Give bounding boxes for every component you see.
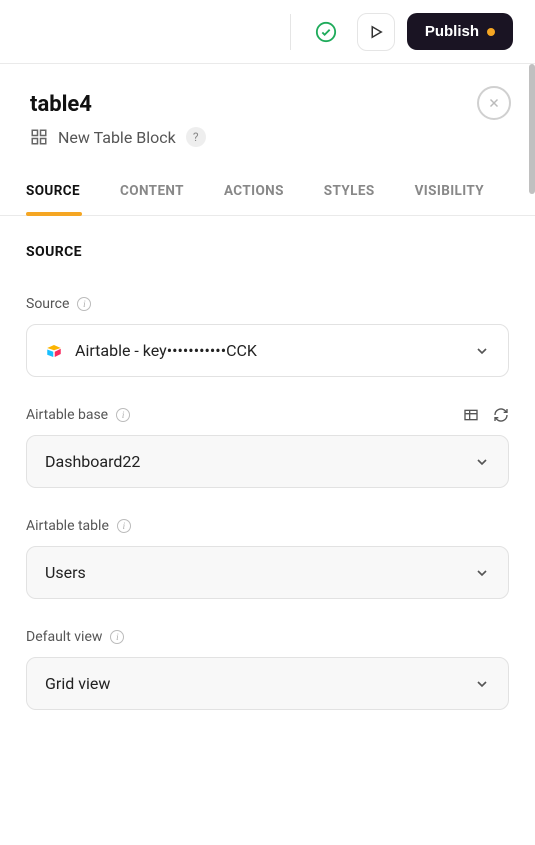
default-view-label: Default view [26, 629, 102, 645]
default-view-select[interactable]: Grid view [26, 657, 509, 710]
airtable-table-value: Users [45, 563, 86, 582]
airtable-base-label: Airtable base [26, 407, 108, 423]
tab-visibility[interactable]: VISIBILITY [415, 183, 484, 215]
help-button[interactable]: ? [186, 127, 206, 147]
info-icon[interactable]: i [116, 408, 130, 422]
scrollbar[interactable] [529, 64, 535, 194]
publish-label: Publish [425, 23, 479, 40]
airtable-icon [45, 342, 63, 360]
chevron-down-icon [474, 454, 490, 470]
airtable-table-label: Airtable table [26, 518, 109, 534]
info-icon[interactable]: i [110, 630, 124, 644]
airtable-base-select[interactable]: Dashboard22 [26, 435, 509, 488]
chevron-down-icon [474, 565, 490, 581]
tab-content[interactable]: CONTENT [120, 183, 184, 215]
table-view-button[interactable] [463, 407, 479, 423]
source-select[interactable]: Airtable - key•••••••••••CCK [26, 324, 509, 377]
close-button[interactable] [477, 86, 511, 120]
default-view-value: Grid view [45, 674, 110, 693]
info-icon[interactable]: i [77, 297, 91, 311]
chevron-down-icon [474, 676, 490, 692]
source-value: Airtable - key•••••••••••CCK [75, 341, 257, 360]
question-icon: ? [193, 130, 199, 144]
close-icon [487, 96, 501, 110]
grid-icon [30, 128, 48, 146]
tab-actions[interactable]: ACTIONS [224, 183, 284, 215]
refresh-button[interactable] [493, 407, 509, 423]
tab-source[interactable]: SOURCE [26, 183, 80, 215]
block-title: table4 [30, 92, 505, 117]
table-icon [463, 407, 479, 423]
refresh-icon [493, 407, 509, 423]
info-icon[interactable]: i [117, 519, 131, 533]
unsaved-indicator-icon [487, 28, 495, 36]
chevron-down-icon [474, 343, 490, 359]
source-label: Source [26, 296, 69, 312]
section-title: SOURCE [26, 244, 509, 260]
play-icon [367, 23, 385, 41]
block-subtitle: New Table Block [58, 128, 176, 147]
check-circle-icon [315, 21, 337, 43]
airtable-table-select[interactable]: Users [26, 546, 509, 599]
publish-button[interactable]: Publish [407, 13, 513, 50]
preview-button[interactable] [357, 13, 395, 51]
config-tabs: SOURCE CONTENT ACTIONS STYLES VISIBILITY [0, 147, 535, 216]
tab-styles[interactable]: STYLES [324, 183, 375, 215]
validate-button[interactable] [307, 13, 345, 51]
airtable-base-value: Dashboard22 [45, 452, 140, 471]
divider [290, 14, 291, 50]
